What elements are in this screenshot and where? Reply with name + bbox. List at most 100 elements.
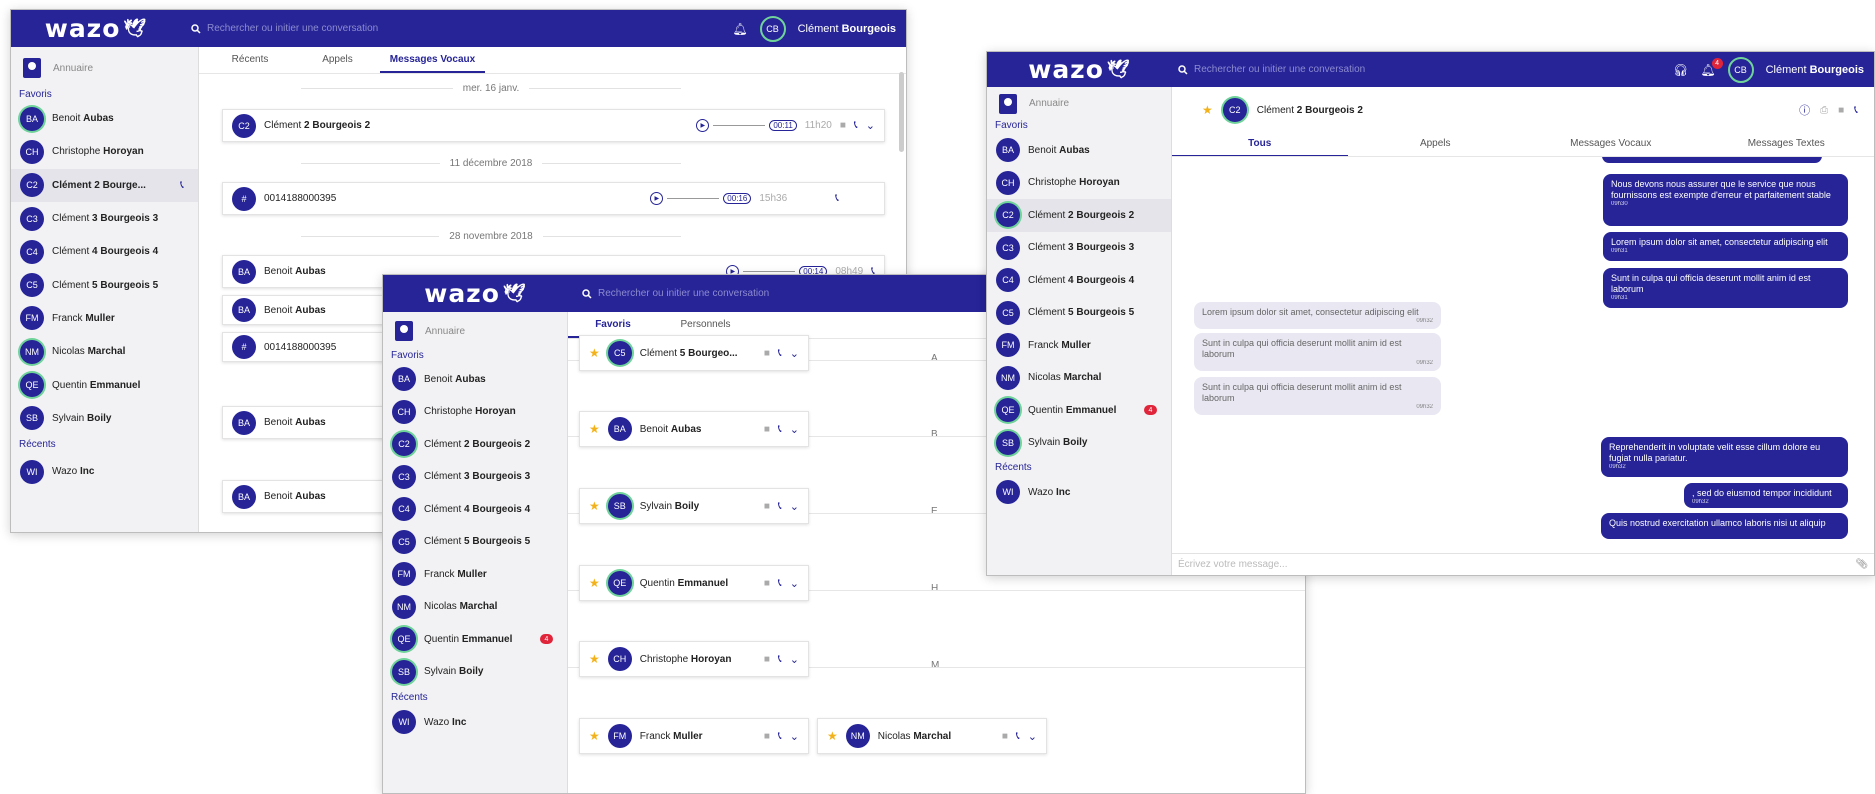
phone-icon[interactable]: 📞︎ xyxy=(854,119,858,132)
star-icon[interactable]: ★ xyxy=(589,422,600,436)
play-icon[interactable]: ▶ xyxy=(650,192,664,205)
tab-all[interactable]: Tous xyxy=(1172,138,1348,157)
bell-icon[interactable]: 🔔︎ xyxy=(732,22,747,36)
phone-icon[interactable]: 📞︎ xyxy=(778,577,782,590)
phone-icon[interactable]: 📞︎ xyxy=(778,347,782,360)
favorite-card[interactable]: ★ NM Nicolas Marchal ■ 📞︎ ⌄ xyxy=(817,718,1047,754)
sidebar-contact[interactable]: BA Benoit Aubas xyxy=(11,102,198,135)
voicemail-row[interactable]: BA Benoit Aubas xyxy=(222,480,385,513)
phone-icon[interactable]: 📞︎ xyxy=(778,730,782,743)
favorite-card[interactable]: ★ C5 Clément 5 Bourgeo... ■ 📞︎ ⌄ xyxy=(579,335,809,371)
directory-link[interactable]: Annuaire xyxy=(11,47,198,89)
video-icon[interactable]: ■ xyxy=(764,501,770,512)
sidebar-contact[interactable]: SB Sylvain Boily xyxy=(383,656,567,689)
audio-player[interactable]: ▶ 00:11 xyxy=(696,119,797,132)
voicemail-row[interactable]: BA Benoit Aubas xyxy=(222,295,385,325)
star-icon[interactable]: ★ xyxy=(589,346,600,360)
chevron-down-icon[interactable]: ⌄ xyxy=(790,577,799,590)
sidebar-contact[interactable]: C4 Clément 4 Bourgeois 4 xyxy=(383,493,567,526)
sidebar-contact[interactable]: SB Sylvain Boily xyxy=(987,427,1171,460)
sidebar-contact[interactable]: C5 Clément 5 Bourgeois 5 xyxy=(383,526,567,559)
message-input[interactable]: Écrivez votre message... xyxy=(1178,559,1287,570)
star-icon[interactable]: ★ xyxy=(589,652,600,666)
phone-icon[interactable]: 📞︎ xyxy=(778,500,782,513)
sidebar-contact[interactable]: FM Franck Muller xyxy=(11,302,198,335)
voicemail-row[interactable]: BA Benoit Aubas xyxy=(222,406,385,439)
tab-calls[interactable]: Appels xyxy=(1348,138,1524,157)
sidebar-contact[interactable]: C3 Clément 3 Bourgeois 3 xyxy=(987,232,1171,265)
video-icon[interactable]: ■ xyxy=(764,654,770,665)
sidebar-recent[interactable]: WI Wazo Inc xyxy=(987,476,1171,509)
favorite-card[interactable]: ★ SB Sylvain Boily ■ 📞︎ ⌄ xyxy=(579,488,809,524)
star-icon[interactable]: ★ xyxy=(827,729,838,743)
user-avatar[interactable]: CB xyxy=(759,15,786,42)
search-bar[interactable]: Rechercher ou initier une conversation xyxy=(191,23,732,34)
sidebar-contact[interactable]: C5 Clément 5 Bourgeois 5 xyxy=(11,268,198,301)
video-icon[interactable]: ■ xyxy=(764,578,770,589)
phone-icon[interactable]: 📞︎ xyxy=(778,653,782,666)
chevron-down-icon[interactable]: ⌄ xyxy=(790,730,799,743)
play-icon[interactable]: ▶ xyxy=(696,119,710,132)
phone-icon[interactable]: 📞︎ xyxy=(778,423,782,436)
notification-icon[interactable]: 🔔︎ 4 xyxy=(1700,57,1723,77)
directory-link[interactable]: Annuaire xyxy=(383,312,567,350)
sidebar-contact[interactable]: C3 Clément 3 Bourgeois 3 xyxy=(11,202,198,235)
favorite-card[interactable]: ★ BA Benoit Aubas ■ 📞︎ ⌄ xyxy=(579,411,809,447)
sidebar-contact[interactable]: QE Quentin Emmanuel 4 xyxy=(987,394,1171,427)
sidebar-contact[interactable]: C3 Clément 3 Bourgeois 3 xyxy=(383,461,567,494)
favorite-card[interactable]: ★ CH Christophe Horoyan ■ 📞︎ ⌄ xyxy=(579,641,809,677)
phone-icon[interactable]: 📞︎ xyxy=(180,179,184,192)
directory-link[interactable]: Annuaire xyxy=(987,87,1171,120)
sidebar-contact[interactable]: C2 Clément 2 Bourgeois 2 xyxy=(987,199,1171,232)
tab-calls[interactable]: Appels xyxy=(295,54,380,73)
progress-track[interactable] xyxy=(743,271,796,272)
phone-icon[interactable]: 📞︎ xyxy=(1016,730,1020,743)
sidebar-recent[interactable]: WI Wazo Inc xyxy=(11,455,198,488)
progress-track[interactable] xyxy=(713,125,766,126)
chevron-down-icon[interactable]: ⌄ xyxy=(1028,730,1037,743)
video-icon[interactable]: ■ xyxy=(764,348,770,359)
sidebar-recent[interactable]: WI Wazo Inc xyxy=(383,706,567,739)
tab-text-messages[interactable]: Messages Textes xyxy=(1699,138,1875,157)
scrollbar[interactable] xyxy=(899,72,904,152)
tab-recents[interactable]: Récents xyxy=(205,54,295,73)
star-icon[interactable]: ★ xyxy=(589,499,600,513)
sidebar-contact[interactable]: SB Sylvain Boily xyxy=(11,402,198,435)
sidebar-contact[interactable]: C4 Clément 4 Bourgeois 4 xyxy=(987,264,1171,297)
chevron-down-icon[interactable]: ⌄ xyxy=(866,119,875,132)
sidebar-contact[interactable]: C4 Clément 4 Bourgeois 4 xyxy=(11,235,198,268)
video-icon[interactable]: ■ xyxy=(840,120,846,131)
favorite-card[interactable]: ★ QE Quentin Emmanuel ■ 📞︎ ⌄ xyxy=(579,565,809,601)
video-icon[interactable]: ■ xyxy=(1002,731,1008,742)
search-bar[interactable]: Rechercher ou initier une conversation xyxy=(1178,64,1673,75)
voicemail-row[interactable]: # 0014188000395 xyxy=(222,332,385,362)
headset-icon[interactable]: 🎧︎ xyxy=(1673,63,1688,77)
sidebar-contact[interactable]: CH Christophe Horoyan xyxy=(383,396,567,429)
attachment-icon[interactable]: 📎︎ xyxy=(1855,559,1868,570)
sidebar-contact[interactable]: CH Christophe Horoyan xyxy=(11,135,198,168)
sidebar-contact[interactable]: NM Nicolas Marchal xyxy=(11,335,198,368)
chevron-down-icon[interactable]: ⌄ xyxy=(790,653,799,666)
audio-player[interactable]: ▶ 00:16 xyxy=(650,192,752,205)
chevron-down-icon[interactable]: ⌄ xyxy=(790,500,799,513)
message-composer[interactable]: Écrivez votre message... 📎︎ xyxy=(1172,553,1874,575)
sidebar-contact[interactable]: C2 Clément 2 Bourge... 📞︎ xyxy=(11,168,198,202)
sidebar-contact[interactable]: FM Franck Muller xyxy=(987,329,1171,362)
video-icon[interactable]: ■ xyxy=(764,731,770,742)
sidebar-contact[interactable]: FM Franck Muller xyxy=(383,558,567,591)
sidebar-contact[interactable]: QE Quentin Emmanuel xyxy=(11,368,198,401)
phone-icon[interactable]: 📞︎ xyxy=(835,192,839,205)
fax-icon[interactable]: ⎙ xyxy=(1820,105,1828,116)
phone-icon[interactable]: 📞︎ xyxy=(1854,104,1858,117)
chevron-down-icon[interactable]: ⌄ xyxy=(790,347,799,360)
sidebar-contact[interactable]: QE Quentin Emmanuel 4 xyxy=(383,623,567,656)
voicemail-row[interactable]: # 0014188000395 ▶ 00:16 15h36 📞︎ xyxy=(222,182,885,215)
sidebar-contact[interactable]: CH Christophe Horoyan xyxy=(987,167,1171,200)
star-icon[interactable]: ★ xyxy=(589,729,600,743)
sidebar-contact[interactable]: C5 Clément 5 Bourgeois 5 xyxy=(987,297,1171,330)
favorite-card[interactable]: ★ FM Franck Muller ■ 📞︎ ⌄ xyxy=(579,718,809,754)
sidebar-contact[interactable]: BA Benoit Aubas xyxy=(987,134,1171,167)
video-icon[interactable]: ■ xyxy=(764,424,770,435)
sidebar-contact[interactable]: NM Nicolas Marchal xyxy=(383,591,567,624)
sidebar-contact[interactable]: NM Nicolas Marchal xyxy=(987,362,1171,395)
